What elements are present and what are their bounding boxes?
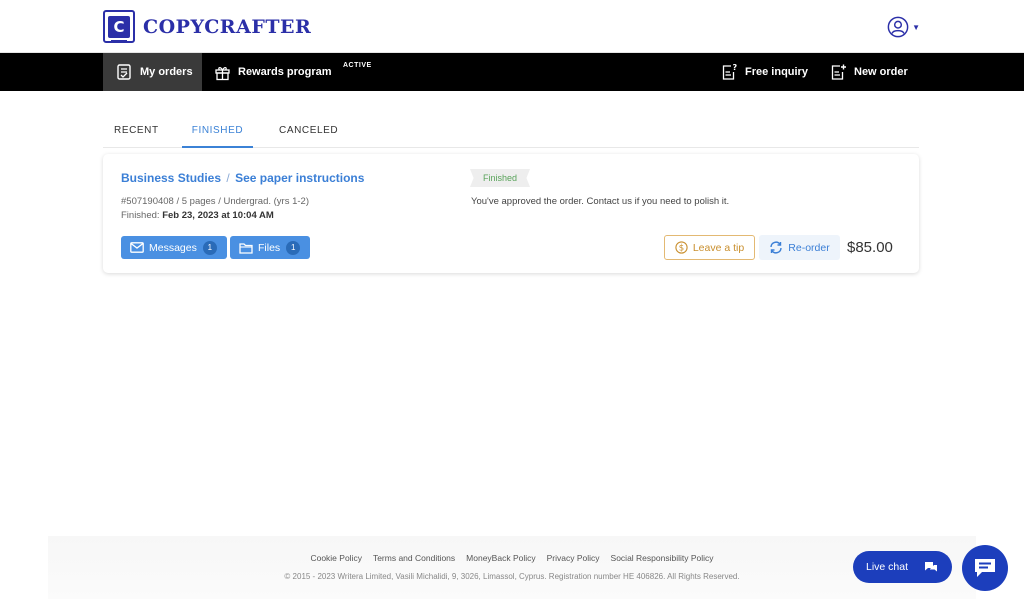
finished-date-value: Feb 23, 2023 at 10:04 AM [162, 210, 274, 221]
order-subject-link[interactable]: Business Studies [121, 171, 221, 185]
logo-letter: C [108, 15, 130, 38]
footer-link-social-responsibility[interactable]: Social Responsibility Policy [611, 553, 714, 563]
footer-link-privacy[interactable]: Privacy Policy [547, 553, 600, 563]
footer-link-cookie-policy[interactable]: Cookie Policy [310, 553, 362, 563]
files-button[interactable]: Files 1 [230, 236, 310, 259]
dollar-icon: $ [675, 241, 688, 254]
rewards-active-badge: ACTIVE [343, 62, 372, 69]
messages-label: Messages [149, 241, 197, 254]
files-label: Files [258, 241, 281, 254]
top-header: C COPYCRAFTER ▼ [0, 0, 1024, 53]
tab-canceled[interactable]: CANCELED [279, 119, 338, 148]
user-icon [887, 16, 909, 38]
svg-text:?: ? [733, 63, 738, 72]
chat-bubbles-icon [925, 562, 938, 572]
footer-background [48, 536, 976, 599]
status-message: You've approved the order. Contact us if… [471, 196, 730, 207]
tab-finished[interactable]: FINISHED [182, 119, 253, 148]
reorder-button[interactable]: Re-order [759, 235, 840, 260]
nav-my-orders[interactable]: My orders [103, 53, 202, 91]
folder-icon [239, 242, 253, 254]
messages-count-badge: 1 [202, 240, 217, 255]
logo-icon: C [103, 10, 135, 43]
reorder-label: Re-order [788, 241, 830, 254]
nav-rewards-program[interactable]: Rewards program [214, 53, 332, 91]
order-meta: #507190408 / 5 pages / Undergrad. (yrs 1… [121, 196, 310, 207]
footer-link-terms[interactable]: Terms and Conditions [373, 553, 455, 563]
brand-logo[interactable]: C COPYCRAFTER [103, 10, 311, 43]
title-separator: / [226, 171, 230, 185]
brand-name: COPYCRAFTER [143, 15, 312, 38]
envelope-icon [130, 242, 144, 253]
order-finished-date: Finished: Feb 23, 2023 at 10:04 AM [121, 210, 274, 221]
order-title: Business Studies / See paper instruction… [121, 171, 364, 185]
new-order-icon [831, 64, 846, 80]
user-menu[interactable]: ▼ [887, 16, 920, 38]
orders-icon [117, 64, 131, 80]
nav-new-order[interactable]: New order [829, 53, 908, 91]
nav-new-order-label: New order [854, 66, 908, 78]
chevron-down-icon: ▼ [912, 22, 920, 32]
nav-rewards-label: Rewards program [238, 66, 332, 78]
files-count-badge: 1 [286, 240, 301, 255]
gift-icon [215, 66, 230, 80]
order-price: $85.00 [847, 239, 893, 256]
tab-recent[interactable]: RECENT [114, 119, 159, 148]
message-icon [975, 559, 995, 577]
live-chat-label: Live chat [866, 561, 909, 573]
order-tabs: RECENT FINISHED CANCELED [103, 119, 919, 148]
nav-my-orders-label: My orders [140, 66, 193, 78]
status-badge: Finished [470, 169, 531, 187]
order-card: Business Studies / See paper instruction… [103, 154, 919, 273]
refresh-icon [770, 241, 782, 254]
live-chat-button[interactable]: Live chat [853, 551, 952, 583]
nav-free-inquiry[interactable]: ? Free inquiry [720, 53, 808, 91]
leave-tip-button[interactable]: $ Leave a tip [664, 235, 755, 260]
messages-button[interactable]: Messages 1 [121, 236, 227, 259]
finished-label: Finished: [121, 210, 160, 221]
footer-link-moneyback[interactable]: MoneyBack Policy [466, 553, 535, 563]
chat-widget-button[interactable] [962, 545, 1008, 591]
svg-text:$: $ [679, 244, 684, 254]
paper-instructions-link[interactable]: See paper instructions [235, 171, 364, 185]
nav-free-inquiry-label: Free inquiry [745, 66, 808, 78]
main-navbar: My orders Rewards program ACTIVE ? Free … [0, 53, 1024, 91]
inquiry-icon: ? [722, 63, 738, 80]
leave-tip-label: Leave a tip [692, 241, 745, 254]
